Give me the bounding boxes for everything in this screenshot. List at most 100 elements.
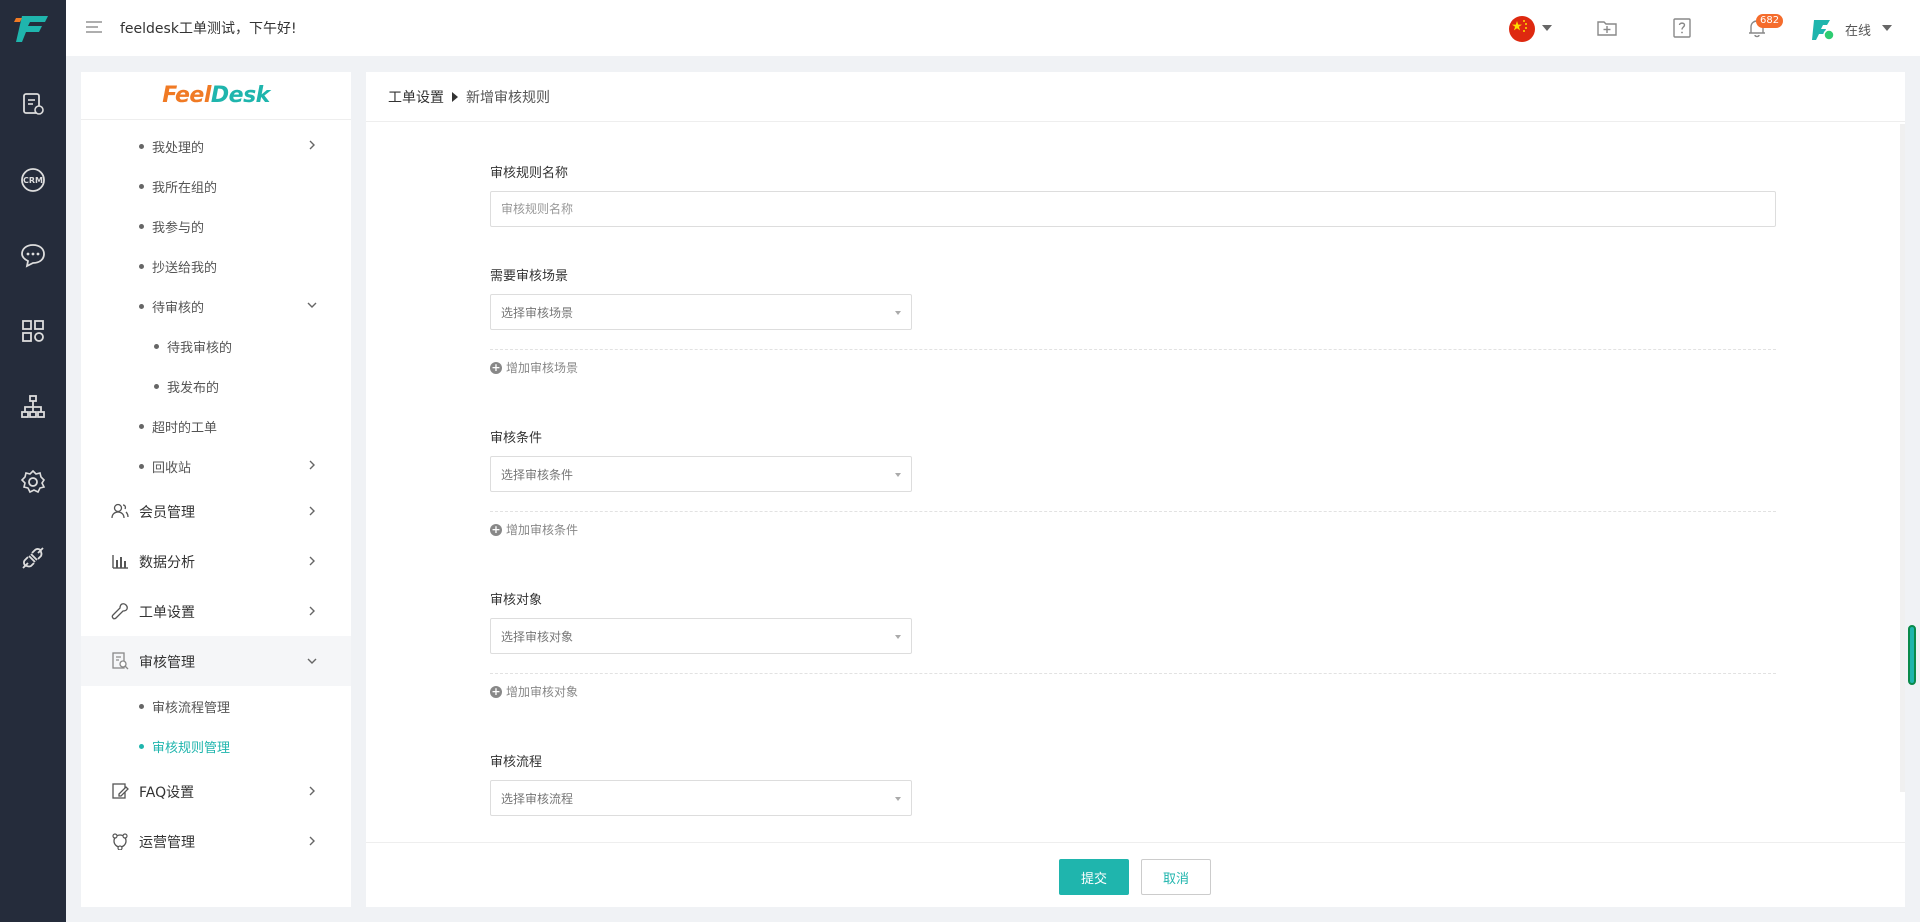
sidebar-item-label: 我所在组的 [152,180,218,196]
menu-toggle-icon[interactable] [84,18,104,38]
sidebar-group-label: 运营管理 [139,835,195,851]
breadcrumb: 工单设置 新增审核规则 [366,72,1905,122]
settings-icon[interactable] [19,468,47,496]
breadcrumb-arrow-icon [452,91,458,102]
divider [490,673,1776,674]
sidebar-group-label: 审核管理 [139,655,195,671]
audit-document-icon [112,652,129,670]
sidebar-group-audit-management[interactable]: 审核管理 [81,636,351,686]
plus-circle-icon: + [490,522,502,536]
sidebar-item-audit-flow[interactable]: 审核流程管理 [81,686,351,726]
main-panel: 工单设置 新增审核规则 审核规则名称 需要审核场景 选择审核场景 + 增加审核场… [366,72,1905,907]
add-scene-button[interactable]: + 增加审核场景 [490,359,578,376]
faq-edit-icon [112,783,129,799]
bar-chart-icon [112,555,128,569]
wrench-icon [111,603,128,620]
flow-select[interactable]: 选择审核流程 [490,780,912,816]
status-caret-icon[interactable] [1882,25,1892,31]
add-scene-label: 增加审核场景 [506,361,579,375]
submit-button[interactable]: 提交 [1059,859,1129,895]
condition-select[interactable]: 选择审核条件 [490,456,912,492]
add-condition-button[interactable]: + 增加审核条件 [490,521,578,538]
chat-icon[interactable] [19,241,47,269]
cancel-button[interactable]: 取消 [1141,859,1211,895]
divider [490,349,1776,350]
sidebar-item-label: 待我审核的 [167,340,233,356]
select-caret-icon [895,311,901,315]
divider [490,511,1776,512]
sidebar-group-operations[interactable]: 运营管理 [81,816,351,866]
select-caret-icon [895,797,901,801]
sidebar-item-audit-rules[interactable]: 审核规则管理 [81,726,351,766]
sidebar-item-label: 我处理的 [152,140,205,156]
help-icon[interactable] [1671,17,1693,39]
org-chart-icon[interactable] [19,393,47,421]
chevron-right-icon [309,786,315,796]
sidebar-item-overdue[interactable]: 超时的工单 [81,406,351,446]
sidebar-item-label: 我参与的 [152,220,205,236]
app-logo-icon[interactable] [14,12,52,44]
sidebar-group-label: FAQ设置 [139,785,195,801]
sidebar-group-label: 会员管理 [139,505,195,521]
rule-name-input[interactable] [490,191,1776,227]
scene-select[interactable]: 选择审核场景 [490,294,912,330]
sidebar-item-my-handled[interactable]: 我处理的 [81,126,351,166]
crm-icon[interactable]: CRM [19,166,47,194]
breadcrumb-parent[interactable]: 工单设置 [388,87,444,107]
sidebar-item-label: 回收站 [152,460,192,476]
sidebar-item-recycle-bin[interactable]: 回收站 [81,446,351,486]
chevron-right-icon [309,836,315,846]
sidebar-group-analytics[interactable]: 数据分析 [81,536,351,586]
china-flag-icon[interactable] [1509,16,1535,42]
sidebar-item-my-published[interactable]: 我发布的 [81,366,351,406]
sidebar-item-pending-review[interactable]: 待审核的 [81,286,351,326]
chevron-down-icon [307,302,317,308]
sidebar-item-label: 审核规则管理 [152,740,231,756]
online-status[interactable]: 在线 [1845,20,1871,39]
sidebar-group-label: 数据分析 [139,555,195,571]
breadcrumb-current: 新增审核规则 [466,89,550,106]
sidebar-group-faq[interactable]: FAQ设置 [81,766,351,816]
chevron-right-icon [309,140,315,150]
select-caret-icon [895,473,901,477]
flow-select-value: 选择审核流程 [501,791,574,806]
scene-select-value: 选择审核场景 [501,305,574,320]
sidebar-item-cc-me[interactable]: 抄送给我的 [81,246,351,286]
apps-icon[interactable] [19,317,47,345]
plugin-icon[interactable] [19,544,47,572]
user-avatar-icon[interactable] [1810,16,1836,42]
add-target-label: 增加审核对象 [506,685,579,699]
notification-badge: 682 [1756,14,1784,28]
select-caret-icon [895,635,901,639]
logo-suffix: Desk [210,83,270,108]
target-label: 审核对象 [490,593,543,608]
target-select[interactable]: 选择审核对象 [490,618,912,654]
sidebar-group-members[interactable]: 会员管理 [81,486,351,536]
sidebar: FeelDesk 我处理的 我所在组的 我参与的 抄送给我的 待审核的 待我审核… [81,72,351,907]
sidebar-item-label: 我发布的 [167,380,220,396]
sidebar-group-label: 工单设置 [139,605,195,621]
chevron-down-icon [307,658,317,664]
new-folder-icon[interactable] [1596,17,1618,39]
sidebar-item-participated[interactable]: 我参与的 [81,206,351,246]
language-caret-icon[interactable] [1542,25,1552,31]
scrollbar-track[interactable] [1900,124,1905,792]
sidebar-item-awaiting-my-review[interactable]: 待我审核的 [81,326,351,366]
sidebar-item-label: 抄送给我的 [152,260,218,276]
ticket-settings-icon[interactable] [19,90,47,118]
logo-prefix: Feel [162,83,211,108]
plus-circle-icon: + [490,684,502,698]
scrollbar-thumb[interactable] [1908,625,1916,685]
sidebar-item-my-group[interactable]: 我所在组的 [81,166,351,206]
add-target-button[interactable]: + 增加审核对象 [490,683,578,700]
condition-select-value: 选择审核条件 [501,467,574,482]
sidebar-item-label: 待审核的 [152,300,205,316]
scene-label: 需要审核场景 [490,269,569,284]
plus-circle-icon: + [490,360,502,374]
rule-name-label: 审核规则名称 [490,166,569,181]
sidebar-group-ticket-settings[interactable]: 工单设置 [81,586,351,636]
chevron-right-icon [309,606,315,616]
chevron-right-icon [309,460,315,470]
form-footer: 提交 取消 [366,842,1905,907]
chevron-right-icon [309,506,315,516]
